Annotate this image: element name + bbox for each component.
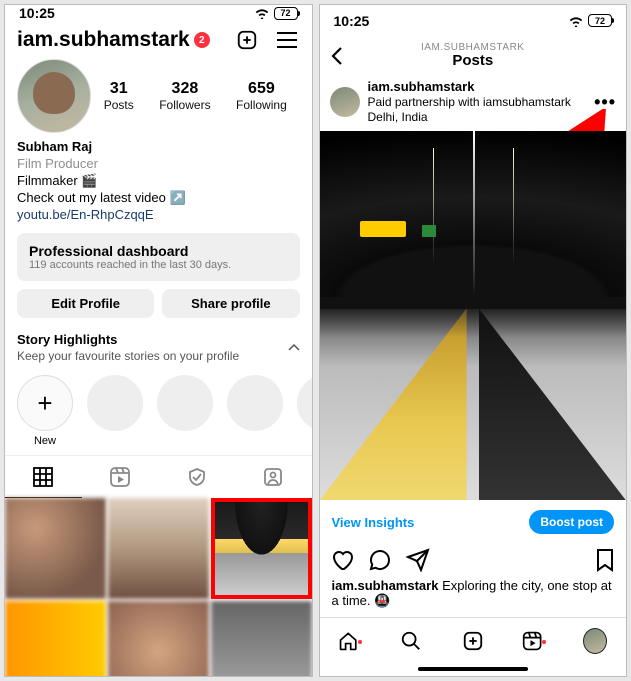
nav-search-icon[interactable] — [399, 629, 423, 653]
post-image[interactable] — [320, 131, 627, 500]
status-bar: 10:25 72 — [320, 5, 627, 36]
create-post-icon[interactable] — [234, 27, 260, 53]
display-name: Subham Raj — [17, 139, 300, 156]
battery-icon: 72 — [588, 14, 612, 27]
battery-icon: 72 — [274, 7, 298, 20]
grid-post[interactable] — [108, 498, 209, 599]
battery-level: 72 — [595, 16, 605, 26]
chevron-up-icon[interactable] — [288, 344, 300, 352]
post-partnership: Paid partnership with iamsubhamstark — [368, 95, 571, 110]
tab-grid[interactable] — [5, 456, 82, 498]
tab-reels[interactable] — [82, 456, 159, 498]
profile-header: iam.subhamstark 2 — [5, 21, 312, 57]
share-profile-button[interactable]: Share profile — [162, 289, 299, 318]
stat-posts[interactable]: 31Posts — [104, 80, 134, 112]
home-indicator — [418, 667, 528, 671]
posts-grid — [5, 498, 312, 677]
status-bar: 10:25 72 — [5, 5, 312, 21]
post-username[interactable]: iam.subhamstark — [368, 79, 571, 95]
post-caption: iam.subhamstark Exploring the city, one … — [320, 578, 627, 617]
stat-followers[interactable]: 328Followers — [159, 80, 210, 112]
status-time: 10:25 — [334, 13, 370, 29]
highlight-placeholder — [227, 375, 283, 447]
highlight-placeholder — [87, 375, 143, 447]
status-time: 10:25 — [19, 5, 55, 21]
username-dropdown[interactable]: iam.subhamstark 2 — [17, 28, 220, 52]
nav-create-icon[interactable] — [461, 629, 485, 653]
nav-profile-icon[interactable] — [583, 629, 607, 653]
professional-dashboard[interactable]: Professional dashboard 119 accounts reac… — [17, 233, 300, 281]
bio-link[interactable]: youtu.be/En-RhpCzqqE — [17, 207, 300, 224]
post-location[interactable]: Delhi, India — [368, 110, 571, 125]
grid-post[interactable] — [5, 498, 106, 599]
wifi-icon — [568, 15, 584, 27]
username-text: iam.subhamstark — [17, 28, 190, 52]
grid-post[interactable] — [211, 601, 312, 677]
post-header-title: Posts — [354, 52, 593, 69]
profile-tabs — [5, 455, 312, 498]
post-insights-row: View Insights Boost post — [320, 500, 627, 544]
wifi-icon — [254, 7, 270, 19]
notification-badge: 2 — [194, 32, 210, 48]
caption-username[interactable]: iam.subhamstark — [332, 578, 439, 593]
post-screen: 10:25 72 IAM.SUBHAMSTARK Posts iam.subha… — [319, 4, 628, 677]
dashboard-title: Professional dashboard — [29, 243, 288, 259]
highlights-circles: +New — [5, 363, 312, 455]
save-icon[interactable] — [594, 548, 616, 572]
post-avatar[interactable] — [330, 87, 360, 117]
tab-tagged[interactable] — [235, 456, 312, 498]
view-insights-link[interactable]: View Insights — [332, 515, 415, 530]
story-highlights: Story Highlights Keep your favourite sto… — [5, 332, 312, 363]
avatar[interactable] — [17, 59, 91, 133]
bio: Subham Raj Film Producer Filmmaker 🎬 Che… — [5, 137, 312, 233]
grid-post-highlighted[interactable] — [211, 498, 312, 599]
battery-level: 72 — [280, 8, 290, 18]
post-header: IAM.SUBHAMSTARK Posts — [320, 36, 627, 75]
stats-row: 31Posts 328Followers 659Following — [5, 57, 312, 137]
highlight-placeholder — [157, 375, 213, 447]
bio-line-2: Check out my latest video ↗️ — [17, 190, 300, 207]
post-meta: iam.subhamstark Paid partnership with ia… — [320, 75, 627, 131]
highlights-title: Story Highlights — [17, 332, 239, 347]
category: Film Producer — [17, 156, 300, 173]
highlights-subtitle: Keep your favourite stories on your prof… — [17, 349, 239, 363]
bottom-nav — [320, 617, 627, 664]
bio-line-1: Filmmaker 🎬 — [17, 173, 300, 190]
highlight-placeholder — [297, 375, 313, 447]
tab-guides[interactable] — [158, 456, 235, 498]
profile-buttons: Edit Profile Share profile — [5, 289, 312, 332]
boost-post-button[interactable]: Boost post — [529, 510, 614, 534]
profile-screen: 10:25 72 iam.subhamstark 2 31Posts 328Fo… — [4, 4, 313, 677]
post-options-icon[interactable]: ••• — [594, 92, 616, 113]
edit-profile-button[interactable]: Edit Profile — [17, 289, 154, 318]
dashboard-subtitle: 119 accounts reached in the last 30 days… — [29, 259, 288, 271]
comment-icon[interactable] — [368, 548, 392, 572]
share-icon[interactable] — [406, 548, 430, 572]
stat-following[interactable]: 659Following — [236, 80, 287, 112]
menu-icon[interactable] — [274, 27, 300, 53]
like-icon[interactable] — [330, 548, 354, 572]
grid-post[interactable] — [5, 601, 106, 677]
post-actions — [320, 544, 627, 578]
grid-post[interactable] — [108, 601, 209, 677]
nav-home-icon[interactable] — [338, 629, 362, 653]
highlight-new[interactable]: +New — [17, 375, 73, 447]
nav-reels-icon[interactable] — [522, 629, 546, 653]
back-icon[interactable] — [330, 46, 354, 66]
